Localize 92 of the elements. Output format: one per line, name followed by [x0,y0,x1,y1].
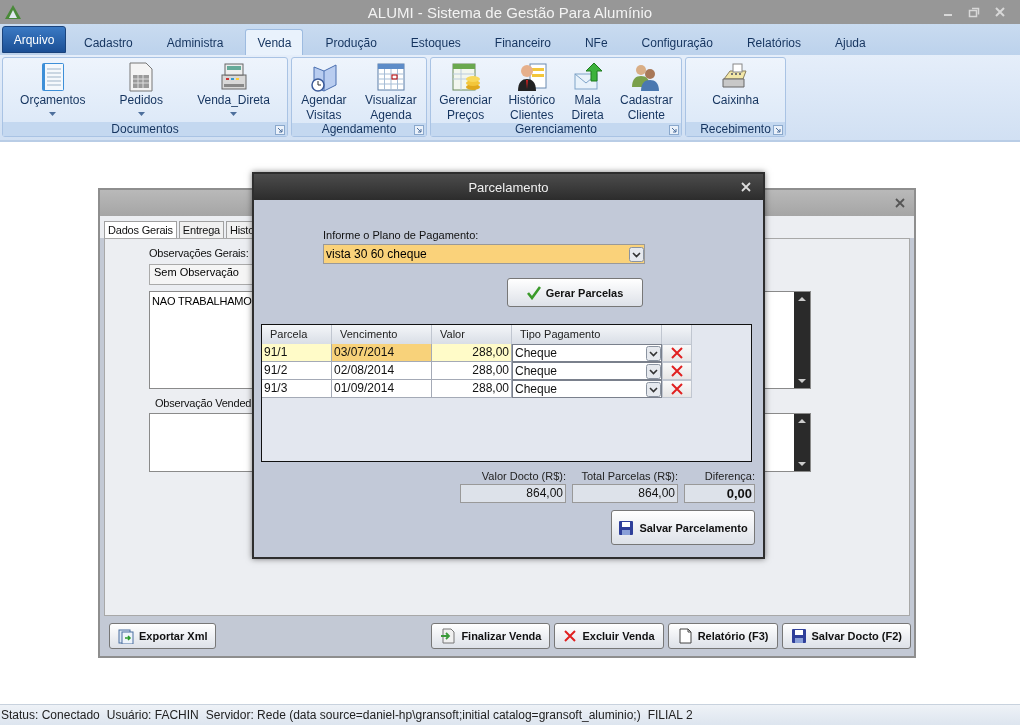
tab[interactable]: Entrega [178,221,224,238]
field-label: Valor Docto (R$): [481,470,566,482]
table-cell: 91/3 [262,380,332,398]
document-arrow-icon [440,628,457,644]
ribbon-button[interactable]: Orçamentos [19,61,87,116]
group-label: Gerenciamento [514,123,597,136]
table-cell: 91/2 [262,362,332,380]
column-header [662,325,692,344]
menu-tab[interactable]: Financeiro [482,29,563,55]
caret-icon [137,112,145,116]
calendar-icon [374,61,407,93]
x-icon [670,382,684,396]
dialog-launcher-icon[interactable] [773,125,783,135]
column-header: Parcela [262,325,332,344]
payment-type-select[interactable]: Cheque [512,362,662,380]
status-text: Usuário: FACHIN [106,708,199,722]
column-header: Tipo Pagamento [512,325,662,344]
ribbon-button[interactable]: Histórico Clientes [507,61,557,123]
table-cell: 02/08/2014 [332,362,432,380]
caret-icon [49,112,57,116]
menu-tab[interactable]: Estoques [398,29,473,55]
x-icon [563,629,578,643]
field-label: Diferença: [704,470,755,482]
ribbon-button[interactable]: Gerenciar Preços [438,61,493,123]
spreadsheet-coins-icon [449,61,482,93]
ribbon-button[interactable]: Caixinha [711,61,760,108]
status-text: Status: Conectado [1,708,100,722]
generate-button[interactable]: Gerar Parcelas [507,278,643,307]
field-label: Observações Gerais: [149,247,249,259]
column-header: Vencimento [332,325,432,344]
dialog-title: Parcelamento [468,179,549,195]
table-cell: 03/07/2014 [332,344,432,362]
action-button[interactable]: Salvar Docto (F2) [781,623,911,649]
table-cell: 288,00 [432,362,512,380]
save-button[interactable]: Salvar Parcelamento [611,510,755,545]
ribbon-button[interactable]: Venda_Direta [196,61,271,116]
status-text: Servidor: Rede (data source=daniel-hp\gransoft;initial catalog=gransoft_aluminio;) [205,708,641,722]
person-list-icon [515,61,548,93]
x-icon [670,364,684,378]
scrollbar-icon[interactable] [794,414,810,471]
menu-tab[interactable]: Administra [154,29,236,55]
menu-tab[interactable]: Venda [245,29,304,55]
menu-tab[interactable]: Cadastro [72,29,145,55]
amount-field: 864,00 [460,484,566,503]
amount-field: 864,00 [572,484,678,503]
ribbon-button[interactable]: Mala Direta [570,61,605,123]
check-icon [526,285,541,300]
app-menu-button[interactable]: Arquivo [2,26,66,53]
amount-field: 0,00 [684,484,755,503]
ribbon-button[interactable]: Pedidos [118,61,164,116]
column-header: Valor [432,325,512,344]
dialog-launcher-icon[interactable] [414,125,424,135]
field-label: Total Parcelas (R$): [581,470,678,482]
field-label: Observação Vended [155,397,252,409]
menu-tab[interactable]: Configuração [629,29,725,55]
ribbon-button[interactable]: Visualizar Agenda [364,61,418,123]
envelope-arrow-icon [571,61,604,93]
menu-tab[interactable]: Relatórios [734,29,813,55]
payment-type-select[interactable]: Cheque [512,380,662,398]
action-button[interactable]: Relatório (F3) [667,623,778,649]
caret-icon [230,112,237,116]
document-icon [676,628,693,644]
action-button[interactable]: Excluir Venda [554,623,664,649]
field-label: Informe o Plano de Pagamento: [323,229,480,241]
ribbon-button[interactable]: Cadastrar Cliente [619,61,674,123]
table-cell: 288,00 [432,344,512,362]
action-button[interactable]: Finalizar Venda [431,623,551,649]
payment-plan-select[interactable]: vista 30 60 cheque [323,244,645,264]
export-icon [118,628,134,644]
ribbon-button[interactable]: Agendar Visitas [300,61,348,123]
dialog-launcher-icon[interactable] [275,125,285,135]
group-label: Documentos [111,122,179,136]
table-cell: 01/09/2014 [332,380,432,398]
delete-button[interactable] [662,344,692,362]
status-text: FILIAL 2 [647,708,693,722]
menu-tab[interactable]: Produção [313,29,389,55]
scrollbar-icon[interactable] [794,292,810,388]
delete-button[interactable] [662,380,692,398]
app-logo-icon [4,4,22,20]
window-title: ALUMI - Sistema de Gestão Para Alumínio [367,3,653,21]
menu-tab[interactable]: NFe [572,29,620,55]
group-label: Agendamento [321,123,397,136]
group-label: Recebimento [700,122,771,136]
dialog-launcher-icon[interactable] [669,125,679,135]
table-cell: 91/1 [262,344,332,362]
delete-button[interactable] [662,362,692,380]
table-cell: 288,00 [432,380,512,398]
x-icon [670,346,684,360]
export-button[interactable]: Exportar Xml [109,623,217,649]
menu-tab[interactable]: Ajuda [823,29,878,55]
tab[interactable]: Dados Gerais [104,221,177,238]
payment-type-select[interactable]: Cheque [512,344,662,362]
